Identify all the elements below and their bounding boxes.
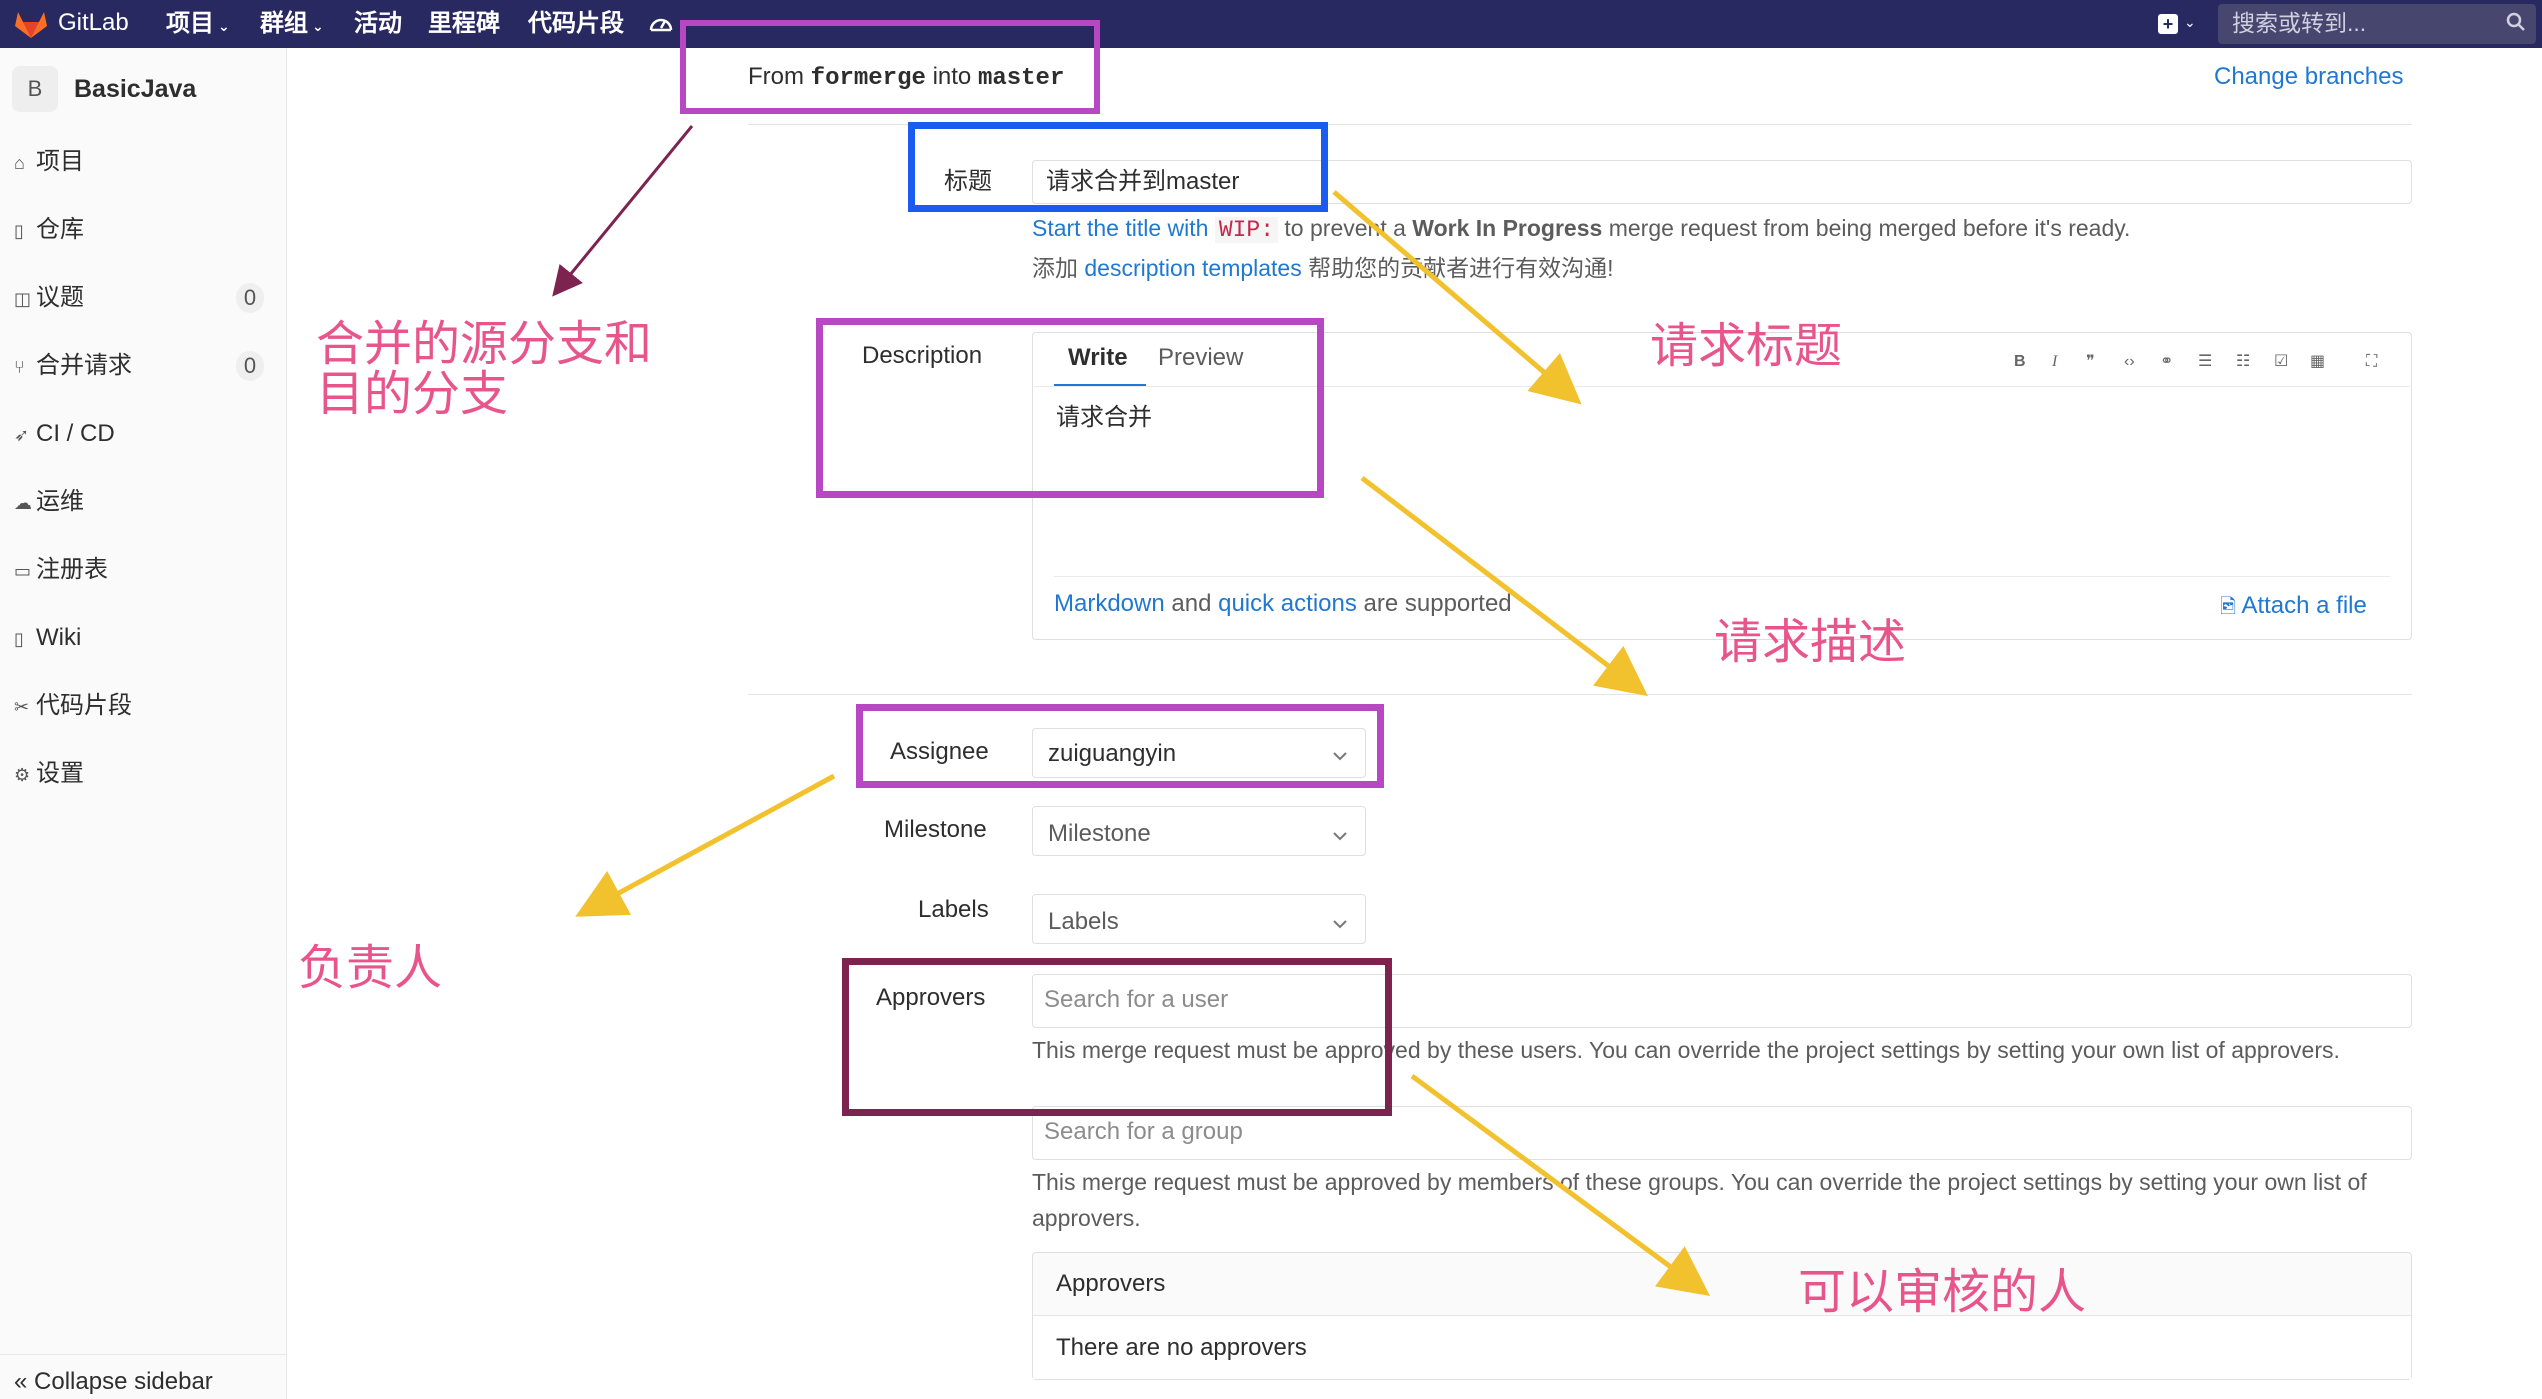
arrow-to-branch-note bbox=[552, 125, 694, 297]
branches-annotation-line2: 目的分支 bbox=[316, 366, 509, 422]
description-annotation: 请求描述 bbox=[1714, 614, 1907, 670]
arrow-to-approvers-note bbox=[1410, 1073, 1711, 1296]
annotation-arrows bbox=[552, 125, 1711, 1296]
assignee-annotation: 负责人 bbox=[298, 940, 443, 996]
arrow-to-assignee-note bbox=[575, 773, 836, 917]
arrow-to-description-note bbox=[1360, 476, 1648, 697]
approvers-annotation: 可以审核的人 bbox=[1798, 1264, 2087, 1320]
branches-annotation-line1: 合并的源分支和 bbox=[316, 316, 653, 372]
arrow-to-title-note bbox=[1332, 190, 1582, 405]
title-annotation: 请求标题 bbox=[1650, 318, 1843, 374]
